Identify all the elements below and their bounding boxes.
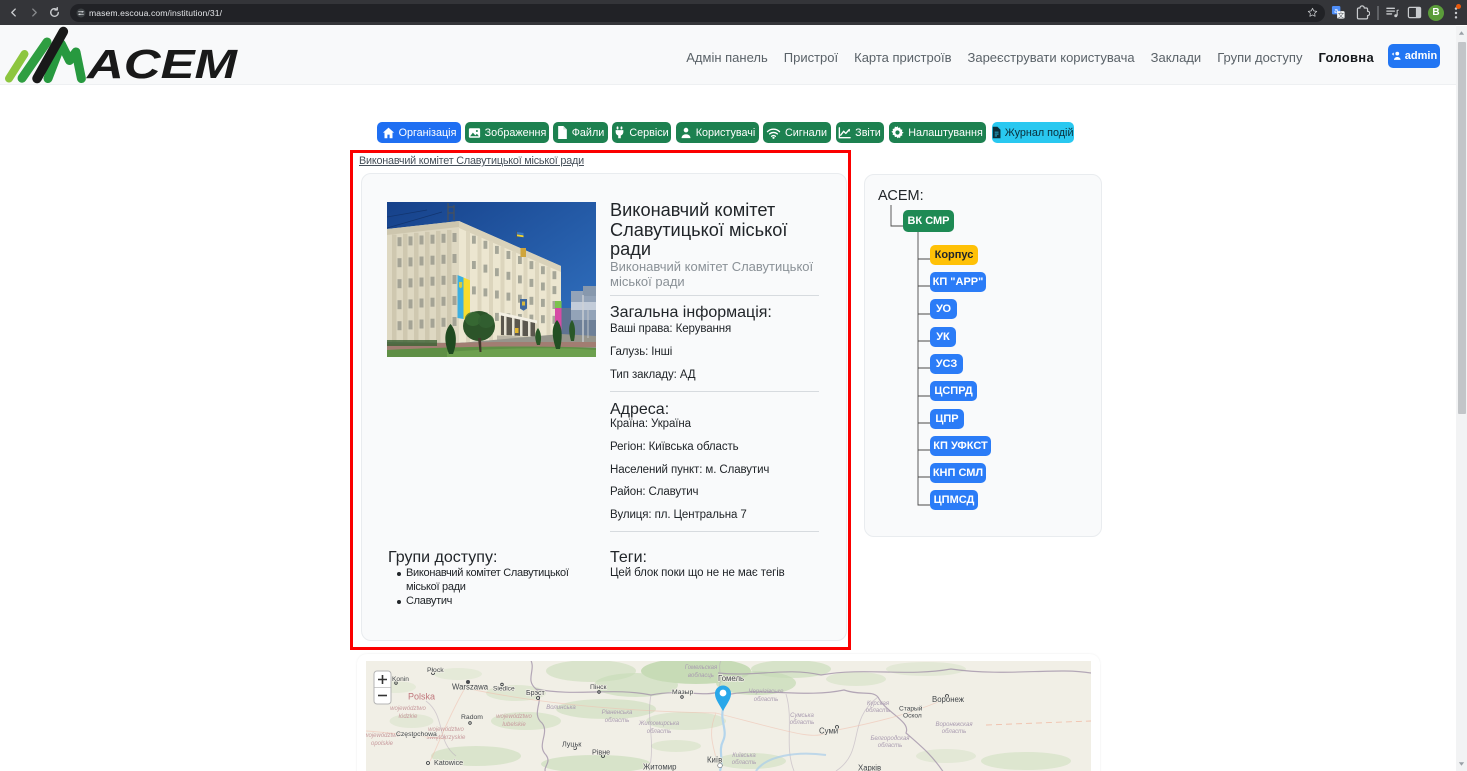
svg-text:Воронежская: Воронежская	[935, 722, 973, 728]
svg-text:Оскол: Оскол	[903, 713, 922, 720]
svg-text:ACEM: ACEM	[86, 41, 238, 85]
svg-text:Курская: Курская	[867, 701, 890, 707]
svg-text:область: область	[647, 729, 671, 735]
svg-text:Мазыр: Мазыр	[672, 689, 693, 696]
svg-text:Суми: Суми	[819, 727, 838, 736]
svg-text:Рівненська: Рівненська	[602, 710, 633, 716]
svg-text:Пінск: Пінск	[590, 683, 607, 691]
svg-text:область: область	[942, 729, 966, 735]
svg-text:Radom: Radom	[461, 714, 483, 721]
svg-text:Брэст: Брэст	[526, 690, 546, 697]
svg-text:Сумська: Сумська	[790, 713, 814, 719]
svg-text:Київська: Київська	[732, 753, 756, 759]
svg-text:область: область	[878, 743, 902, 749]
svg-text:Воронеж: Воронеж	[932, 695, 965, 704]
svg-text:область: область	[605, 718, 629, 724]
svg-text:lubelskie: lubelskie	[502, 722, 526, 728]
svg-text:область: область	[790, 720, 814, 726]
svg-text:Гомельская: Гомельская	[685, 665, 718, 671]
svg-text:Чернігівське: Чернігівське	[749, 689, 785, 695]
svg-text:Белгородская: Белгородская	[870, 736, 910, 742]
svg-text:Warszawa: Warszawa	[452, 683, 489, 692]
svg-text:Konin: Konin	[392, 676, 409, 683]
svg-text:łódzkie: łódzkie	[399, 714, 418, 720]
svg-text:Волинська: Волинська	[546, 705, 576, 711]
svg-text:Київ: Київ	[707, 756, 722, 765]
svg-text:область: область	[754, 697, 778, 703]
svg-text:Katowice: Katowice	[434, 758, 463, 767]
svg-text:Гомель: Гомель	[718, 674, 744, 683]
svg-text:Житомир: Житомир	[643, 763, 677, 771]
svg-text:województwo: województwo	[496, 714, 532, 720]
svg-text:Житомирська: Житомирська	[638, 721, 680, 727]
svg-text:Старый: Старый	[899, 705, 923, 713]
svg-text:Рівне: Рівне	[592, 748, 610, 757]
svg-text:Polska: Polska	[408, 692, 435, 702]
svg-text:opolskie: opolskie	[371, 741, 394, 747]
svg-text:文: 文	[1337, 10, 1344, 19]
svg-text:województwo: województwo	[390, 706, 426, 712]
svg-text:Częstochowa: Częstochowa	[396, 731, 437, 738]
svg-text:вобласць: вобласць	[688, 673, 714, 679]
svg-text:Харків: Харків	[858, 764, 881, 771]
svg-text:область: область	[732, 760, 756, 766]
svg-text:Siedlce: Siedlce	[493, 686, 515, 693]
svg-text:область: область	[866, 708, 890, 714]
svg-text:Луцьк: Луцьк	[562, 740, 582, 749]
svg-text:Płock: Płock	[427, 667, 444, 674]
